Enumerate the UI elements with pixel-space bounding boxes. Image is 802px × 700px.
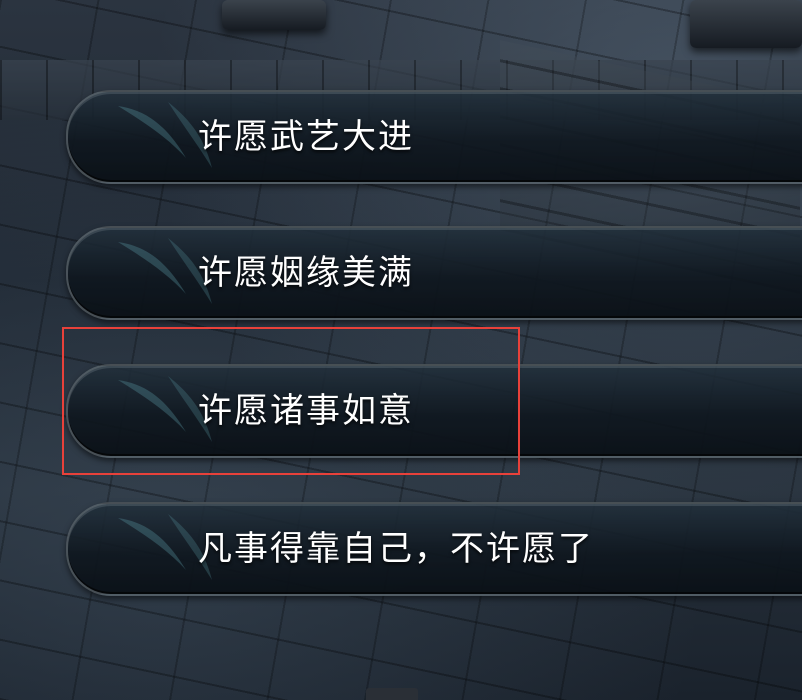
pillar-base-left — [222, 0, 326, 30]
pillar-base-right — [690, 0, 802, 48]
dialog-option-no-wish[interactable]: 凡事得靠自己，不许愿了 — [66, 502, 802, 596]
dialog-option-label: 许愿武艺大进 — [198, 117, 414, 157]
floor-object — [366, 688, 418, 700]
game-scene: 许愿武艺大进 许愿姻缘美满 许愿诸事如意 凡事得靠自己，不许愿了 — [0, 0, 802, 700]
dialog-option-all-wishes[interactable]: 许愿诸事如意 — [66, 364, 802, 458]
dialog-option-label: 凡事得靠自己，不许愿了 — [198, 529, 594, 569]
dialog-option-martial-arts[interactable]: 许愿武艺大进 — [66, 90, 802, 184]
dialog-option-marriage[interactable]: 许愿姻缘美满 — [66, 226, 802, 320]
dialog-option-label: 许愿姻缘美满 — [198, 253, 414, 293]
dialog-option-label: 许愿诸事如意 — [198, 391, 414, 431]
